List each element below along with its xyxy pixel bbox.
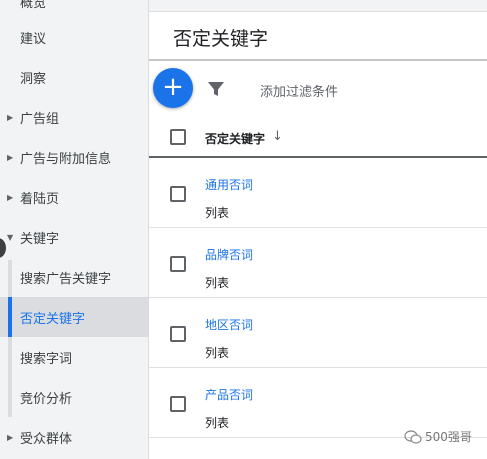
caret-right-icon: ▶ <box>7 432 14 442</box>
table-row: 通用否词 列表 <box>149 158 487 228</box>
caret-right-icon: ▶ <box>7 112 14 122</box>
filter-icon[interactable] <box>207 80 225 98</box>
sidebar-item-auction-insights[interactable]: 竞价分析 <box>0 377 148 417</box>
row-checkbox[interactable] <box>170 396 186 412</box>
wechat-icon <box>404 429 422 444</box>
sidebar-item-label: 概览 <box>20 0 47 11</box>
watermark-text: 500强哥 <box>425 430 472 444</box>
caret-right-icon: ▶ <box>7 192 14 202</box>
caret-right-icon: ▶ <box>7 152 14 162</box>
row-checkbox[interactable] <box>170 186 186 202</box>
row-checkbox[interactable] <box>170 256 186 272</box>
header-divider <box>149 59 487 61</box>
sidebar-item-label: 洞察 <box>20 71 47 87</box>
add-filter-input[interactable]: 添加过滤条件 <box>260 81 338 100</box>
negative-keyword-list-link[interactable]: 产品否词 <box>205 386 253 403</box>
sidebar-item-landing-pages[interactable]: ▶ 着陆页 <box>0 177 148 217</box>
caret-down-icon: ▼ <box>7 232 14 242</box>
sidebar-item-label: 建议 <box>20 31 47 47</box>
row-type: 列表 <box>205 416 230 430</box>
sidebar-item-insights[interactable]: 洞察 <box>0 57 148 97</box>
sidebar-item-search-terms[interactable]: 搜索字词 <box>0 337 148 377</box>
table-header: 否定关键字 ↓ <box>149 118 487 158</box>
watermark: 500强哥 <box>404 428 472 445</box>
column-header-negative-keyword[interactable]: 否定关键字 <box>205 130 265 147</box>
sidebar: 概览 建议 洞察 ▶ 广告组 ▶ 广告与附加信息 ▶ 着陆页 ▼ 关键字 搜索广… <box>0 0 149 459</box>
row-type: 列表 <box>205 206 230 220</box>
table-row: 地区否词 列表 <box>149 298 487 368</box>
negative-keyword-list-link[interactable]: 通用否词 <box>205 176 253 193</box>
sidebar-item-label: 受众群体 <box>20 431 73 447</box>
top-strip <box>149 0 487 12</box>
sub-nav-rail-active <box>8 297 12 337</box>
sub-nav-rail <box>8 337 12 417</box>
sidebar-item-audiences[interactable]: ▶ 受众群体 <box>0 417 148 457</box>
sidebar-item-label: 广告与附加信息 <box>20 151 112 167</box>
page-title: 否定关键字 <box>173 28 269 50</box>
add-button[interactable]: + <box>153 68 193 108</box>
sort-arrow-down-icon[interactable]: ↓ <box>272 129 283 144</box>
sidebar-item-label: 竞价分析 <box>20 391 73 407</box>
sidebar-item-label: 搜索字词 <box>20 351 73 367</box>
sidebar-item-ads-extensions[interactable]: ▶ 广告与附加信息 <box>0 137 148 177</box>
row-type: 列表 <box>205 276 230 290</box>
sidebar-item-label: 广告组 <box>20 111 60 127</box>
sub-nav-rail <box>8 260 12 297</box>
sidebar-item-recommendations[interactable]: 建议 <box>0 17 148 57</box>
sidebar-item-negative-keywords[interactable]: 否定关键字 <box>0 297 148 337</box>
sidebar-item-label: 否定关键字 <box>20 311 86 327</box>
main-panel: 否定关键字 + 添加过滤条件 否定关键字 ↓ 通用否词 列表 品牌否词 列表 地… <box>149 0 487 459</box>
row-type: 列表 <box>205 346 230 360</box>
row-checkbox[interactable] <box>170 326 186 342</box>
sidebar-item-label: 关键字 <box>20 231 60 247</box>
negative-keyword-list-link[interactable]: 品牌否词 <box>205 246 253 263</box>
sidebar-item-search-keywords[interactable]: 搜索广告关键字 <box>0 257 148 297</box>
sidebar-item-label: 搜索广告关键字 <box>20 271 112 287</box>
negative-keyword-list-link[interactable]: 地区否词 <box>205 316 253 333</box>
table-row: 品牌否词 列表 <box>149 228 487 298</box>
select-all-checkbox[interactable] <box>170 129 186 145</box>
sidebar-item-keywords[interactable]: ▼ 关键字 <box>0 217 148 257</box>
sidebar-item-ad-groups[interactable]: ▶ 广告组 <box>0 97 148 137</box>
sidebar-item-label: 着陆页 <box>20 191 60 207</box>
